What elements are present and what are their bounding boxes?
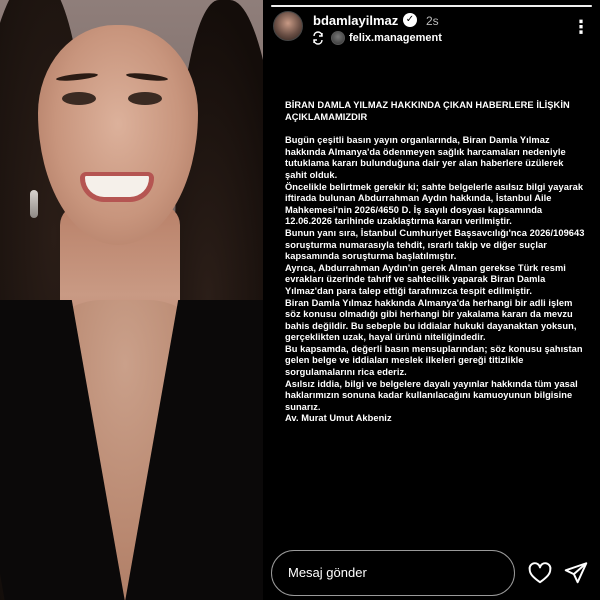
statement-paragraph: Biran Damla Yılmaz hakkında Almanya'da h…	[285, 297, 577, 343]
photo-earring	[30, 190, 38, 218]
heart-icon[interactable]	[527, 560, 553, 586]
statement-paragraph: Bugün çeşitli basın yayın organlarında, …	[285, 135, 566, 180]
collaborator-name[interactable]: felix.management	[349, 32, 442, 44]
post-time: 2s	[426, 14, 439, 28]
username[interactable]: bdamlayilmaz	[313, 13, 398, 28]
photo-eye-right	[128, 92, 162, 105]
story-progress-fill	[271, 5, 592, 7]
send-icon[interactable]	[563, 560, 589, 586]
story-header: bdamlayilmaz ✓ 2s felix.management ⋮	[273, 11, 590, 49]
statement-paragraph: Asılsız iddia, bilgi ve belgelere dayalı…	[285, 378, 578, 412]
statement-text: BİRAN DAMLA YILMAZ HAKKINDA ÇIKAN HABERL…	[285, 100, 585, 425]
message-input-placeholder: Mesaj gönder	[288, 565, 367, 580]
message-input[interactable]: Mesaj gönder	[271, 550, 515, 596]
verified-badge-icon: ✓	[403, 13, 417, 27]
collaborator-avatar[interactable]	[331, 31, 345, 45]
statement-title: BİRAN DAMLA YILMAZ HAKKINDA ÇIKAN HABERL…	[285, 100, 570, 122]
photo-smile	[80, 172, 154, 202]
story-progress-bar	[271, 5, 592, 7]
more-options-icon[interactable]: ⋮	[572, 17, 590, 37]
photo-eye-left	[62, 92, 96, 105]
story-panel: bdamlayilmaz ✓ 2s felix.management ⋮ BİR…	[263, 0, 600, 600]
statement-paragraph: Bunun yanı sıra, İstanbul Cumhuriyet Baş…	[285, 227, 585, 262]
repost-icon	[311, 31, 327, 45]
statement-signature: Av. Murat Umut Akbeniz	[285, 413, 392, 424]
statement-paragraph: Ayrıca, Abdurrahman Aydın'ın gerek Alman…	[285, 262, 566, 296]
statement-paragraph: Bu kapsamda, değerli basın mensuplarında…	[285, 343, 583, 378]
avatar[interactable]	[273, 11, 303, 41]
story-photo	[0, 0, 263, 600]
statement-paragraph: Öncelikle belirtmek gerekir ki; sahte be…	[285, 181, 584, 227]
